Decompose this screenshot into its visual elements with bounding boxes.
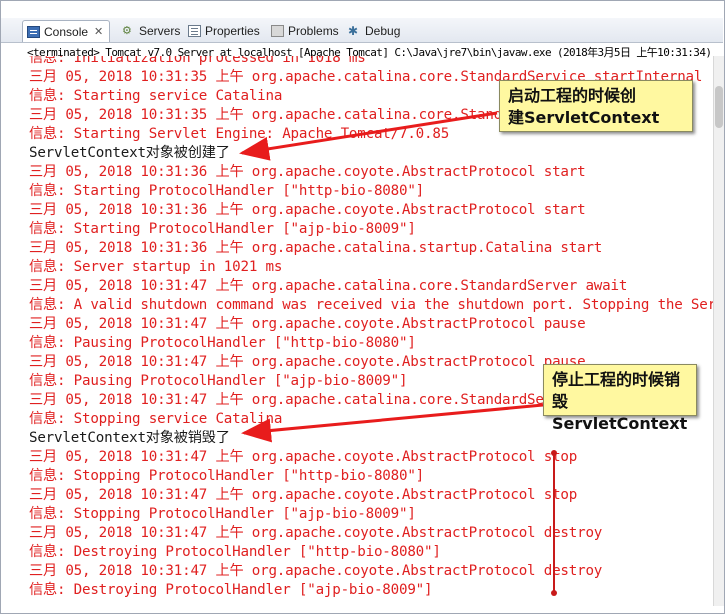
tab-properties[interactable]: Properties (188, 20, 260, 41)
console-line: 信息: Pausing ProtocolHandler ["ajp-bio-80… (29, 373, 408, 389)
problems-icon (271, 24, 284, 37)
console-line: 信息: Starting Servlet Engine: Apache Tomc… (29, 126, 450, 142)
console-line: 信息: Starting ProtocolHandler ["http-bio-… (29, 183, 425, 199)
console-line: 信息: A valid shutdown command was receive… (29, 297, 713, 313)
debug-icon: ✱ (348, 23, 359, 38)
tab-servers-label: Servers (139, 23, 181, 38)
console-line-context-destroyed: ServletContext对象被销毁了 (29, 430, 230, 446)
tab-servers[interactable]: ⚙ Servers (122, 20, 180, 41)
tab-problems[interactable]: Problems (271, 20, 339, 41)
console-line: 信息: Stopping service Catalina (29, 411, 283, 427)
console-line: 三月 05, 2018 10:31:47 上午 org.apache.coyot… (29, 525, 603, 541)
callout-destroyed-line2: 毁ServletContext (552, 392, 688, 433)
callout-context-destroyed: 停止工程的时候销 毁ServletContext (543, 364, 697, 433)
close-icon[interactable]: ✕ (94, 25, 103, 38)
console-line: 三月 05, 2018 10:31:36 上午 org.apache.coyot… (29, 164, 586, 180)
vertical-scrollbar[interactable] (713, 56, 724, 606)
view-tab-bar: Console ✕ ⚙ Servers Properties Problems … (1, 18, 723, 43)
scrollbar-thumb[interactable] (715, 86, 723, 128)
console-line: 信息: Destroying ProtocolHandler ["http-bi… (29, 544, 441, 560)
tab-console[interactable]: Console ✕ (22, 20, 111, 42)
console-line: 三月 05, 2018 10:31:47 上午 org.apache.coyot… (29, 449, 578, 465)
console-line: 信息: Stopping ProtocolHandler ["ajp-bio-8… (29, 506, 416, 522)
tab-console-label: Console (44, 24, 89, 39)
console-line: 三月 05, 2018 10:31:47 上午 org.apache.coyot… (29, 354, 586, 370)
tab-debug[interactable]: ✱ Debug (348, 20, 400, 41)
console-line: 三月 05, 2018 10:31:47 上午 org.apache.coyot… (29, 316, 586, 332)
callout-context-created: 启动工程的时候创 建ServletContext (499, 80, 693, 132)
console-line: 三月 05, 2018 10:31:47 上午 org.apache.coyot… (29, 487, 578, 503)
properties-icon (188, 24, 201, 37)
console-line: 三月 05, 2018 10:31:36 上午 org.apache.catal… (29, 240, 603, 256)
console-line: 信息: Starting ProtocolHandler ["ajp-bio-8… (29, 221, 416, 237)
console-icon (27, 25, 40, 38)
tab-problems-label: Problems (288, 23, 339, 38)
console-line: 信息: Initialization processed in 1018 ms (29, 56, 366, 66)
console-line: 三月 05, 2018 10:31:47 上午 org.apache.coyot… (29, 563, 603, 579)
console-line: 信息: Starting service Catalina (29, 88, 283, 104)
callout-created-line2: 建ServletContext (508, 108, 660, 127)
console-line: 信息: Stopping ProtocolHandler ["http-bio-… (29, 468, 425, 484)
console-output[interactable]: 信息: Initialization processed in 1018 ms … (1, 56, 713, 604)
servers-icon: ⚙ (122, 24, 132, 37)
console-line: 三月 05, 2018 10:31:36 上午 org.apache.coyot… (29, 202, 586, 218)
console-line: 信息: Server startup in 1021 ms (29, 259, 283, 275)
console-line: 信息: Pausing ProtocolHandler ["http-bio-8… (29, 335, 416, 351)
console-line-context-created: ServletContext对象被创建了 (29, 145, 230, 161)
console-line: 信息: Destroying ProtocolHandler ["ajp-bio… (29, 582, 433, 598)
tab-properties-label: Properties (205, 23, 260, 38)
callout-destroyed-line1: 停止工程的时候销 (552, 370, 681, 389)
callout-created-line1: 启动工程的时候创 (508, 86, 637, 105)
console-line: 三月 05, 2018 10:31:47 上午 org.apache.catal… (29, 278, 628, 294)
tab-debug-label: Debug (365, 23, 401, 38)
